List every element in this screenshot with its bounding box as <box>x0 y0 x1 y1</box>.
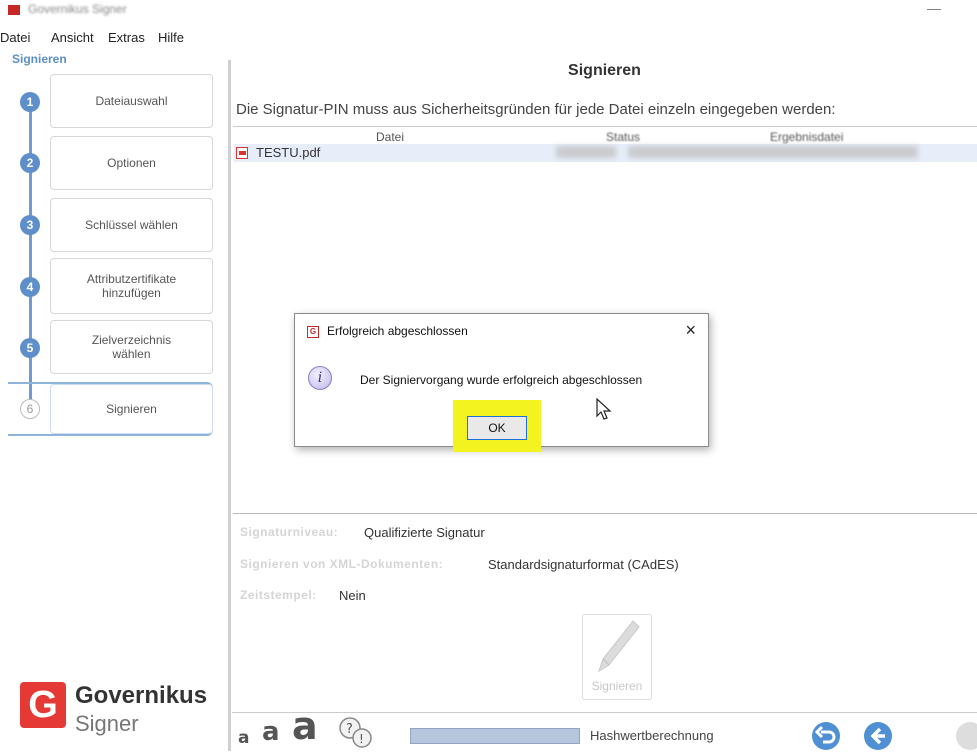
next-arrow-icon[interactable] <box>956 722 977 750</box>
step-signieren[interactable]: Signieren <box>50 384 213 434</box>
sign-button-label: Signieren <box>591 679 643 693</box>
xml-signing-label: Signieren von XML-Dokumenten: <box>240 557 444 571</box>
step-optionen[interactable]: Optionen <box>50 136 213 190</box>
minimize-button[interactable]: — <box>927 0 941 16</box>
timestamp-value: Nein <box>339 588 366 603</box>
step-6-icon: 6 <box>20 399 40 419</box>
logo-subtitle: Signer <box>75 711 139 736</box>
vertical-divider <box>228 60 231 751</box>
step-dateiauswahl[interactable]: Dateiauswahl <box>50 74 213 128</box>
menu-hilfe[interactable]: Hilfe <box>158 30 184 45</box>
status-redacted <box>556 146 616 158</box>
window-title: Governikus Signer <box>28 2 127 16</box>
sidebar-title: Signieren <box>10 52 69 66</box>
app-icon <box>8 5 20 15</box>
instruction-text: Die Signatur-PIN muss aus Sicherheitsgrü… <box>236 101 836 118</box>
governikus-logo-icon: G <box>20 682 66 728</box>
xml-signing-value: Standardsignaturformat (CAdES) <box>488 557 679 572</box>
font-large-button[interactable]: a <box>292 704 318 748</box>
toolbar-divider <box>232 712 977 713</box>
step-5-icon: 5 <box>20 338 40 358</box>
column-header-ergebnisdatei[interactable]: Ergebnisdatei <box>770 130 843 144</box>
dialog-message: Der Signiervorgang wurde erfolgreich abg… <box>360 373 643 387</box>
pdf-file-icon <box>236 147 248 159</box>
restart-icon[interactable] <box>812 722 840 750</box>
info-icon: i <box>308 366 332 390</box>
step-2-icon: 2 <box>20 153 40 173</box>
sign-button[interactable]: Signieren <box>582 614 652 700</box>
dialog-app-icon: G <box>307 326 319 338</box>
mouse-cursor-icon <box>596 398 612 420</box>
step-zielverzeichnis[interactable]: Zielverzeichnis wählen <box>50 320 213 374</box>
result-file-redacted <box>628 146 918 158</box>
menu-datei[interactable]: Datei <box>0 30 30 45</box>
step-attributzertifikate[interactable]: Attributzertifikate hinzufügen <box>50 258 213 314</box>
timestamp-label: Zeitstempel: <box>240 588 317 602</box>
signature-level-label: Signaturniveau: <box>240 525 339 539</box>
step-1-icon: 1 <box>20 92 40 112</box>
step-3-icon: 3 <box>20 215 40 235</box>
font-medium-button[interactable]: a <box>262 717 280 747</box>
menu-ansicht[interactable]: Ansicht <box>51 30 94 45</box>
success-dialog: G Erfolgreich abgeschlossen × i Der Sign… <box>294 313 709 452</box>
svg-text:!: ! <box>359 732 364 746</box>
ok-button[interactable]: OK <box>467 416 527 440</box>
signature-level-value: Qualifizierte Signatur <box>364 525 485 540</box>
svg-text:?: ? <box>346 722 353 737</box>
close-icon[interactable]: × <box>685 320 696 341</box>
progress-label: Hashwertberechnung <box>590 728 714 743</box>
step-connector <box>29 100 32 410</box>
step-4-icon: 4 <box>20 277 40 297</box>
file-name: TESTU.pdf <box>256 145 321 160</box>
font-small-button[interactable]: a <box>238 728 249 748</box>
progress-bar <box>410 728 580 744</box>
menu-extras[interactable]: Extras <box>108 30 145 45</box>
help-icon[interactable]: ? ! <box>338 716 374 748</box>
page-title: Signieren <box>568 62 641 79</box>
pen-icon <box>598 620 640 673</box>
step-schluessel-waehlen[interactable]: Schlüssel wählen <box>50 198 213 252</box>
back-arrow-icon[interactable] <box>864 722 892 750</box>
dialog-title: Erfolgreich abgeschlossen <box>327 324 468 338</box>
column-header-status[interactable]: Status <box>606 130 640 144</box>
title-bar: Governikus Signer — <box>0 0 977 26</box>
column-header-datei[interactable]: Datei <box>376 130 404 144</box>
logo-title: Governikus <box>75 682 208 709</box>
